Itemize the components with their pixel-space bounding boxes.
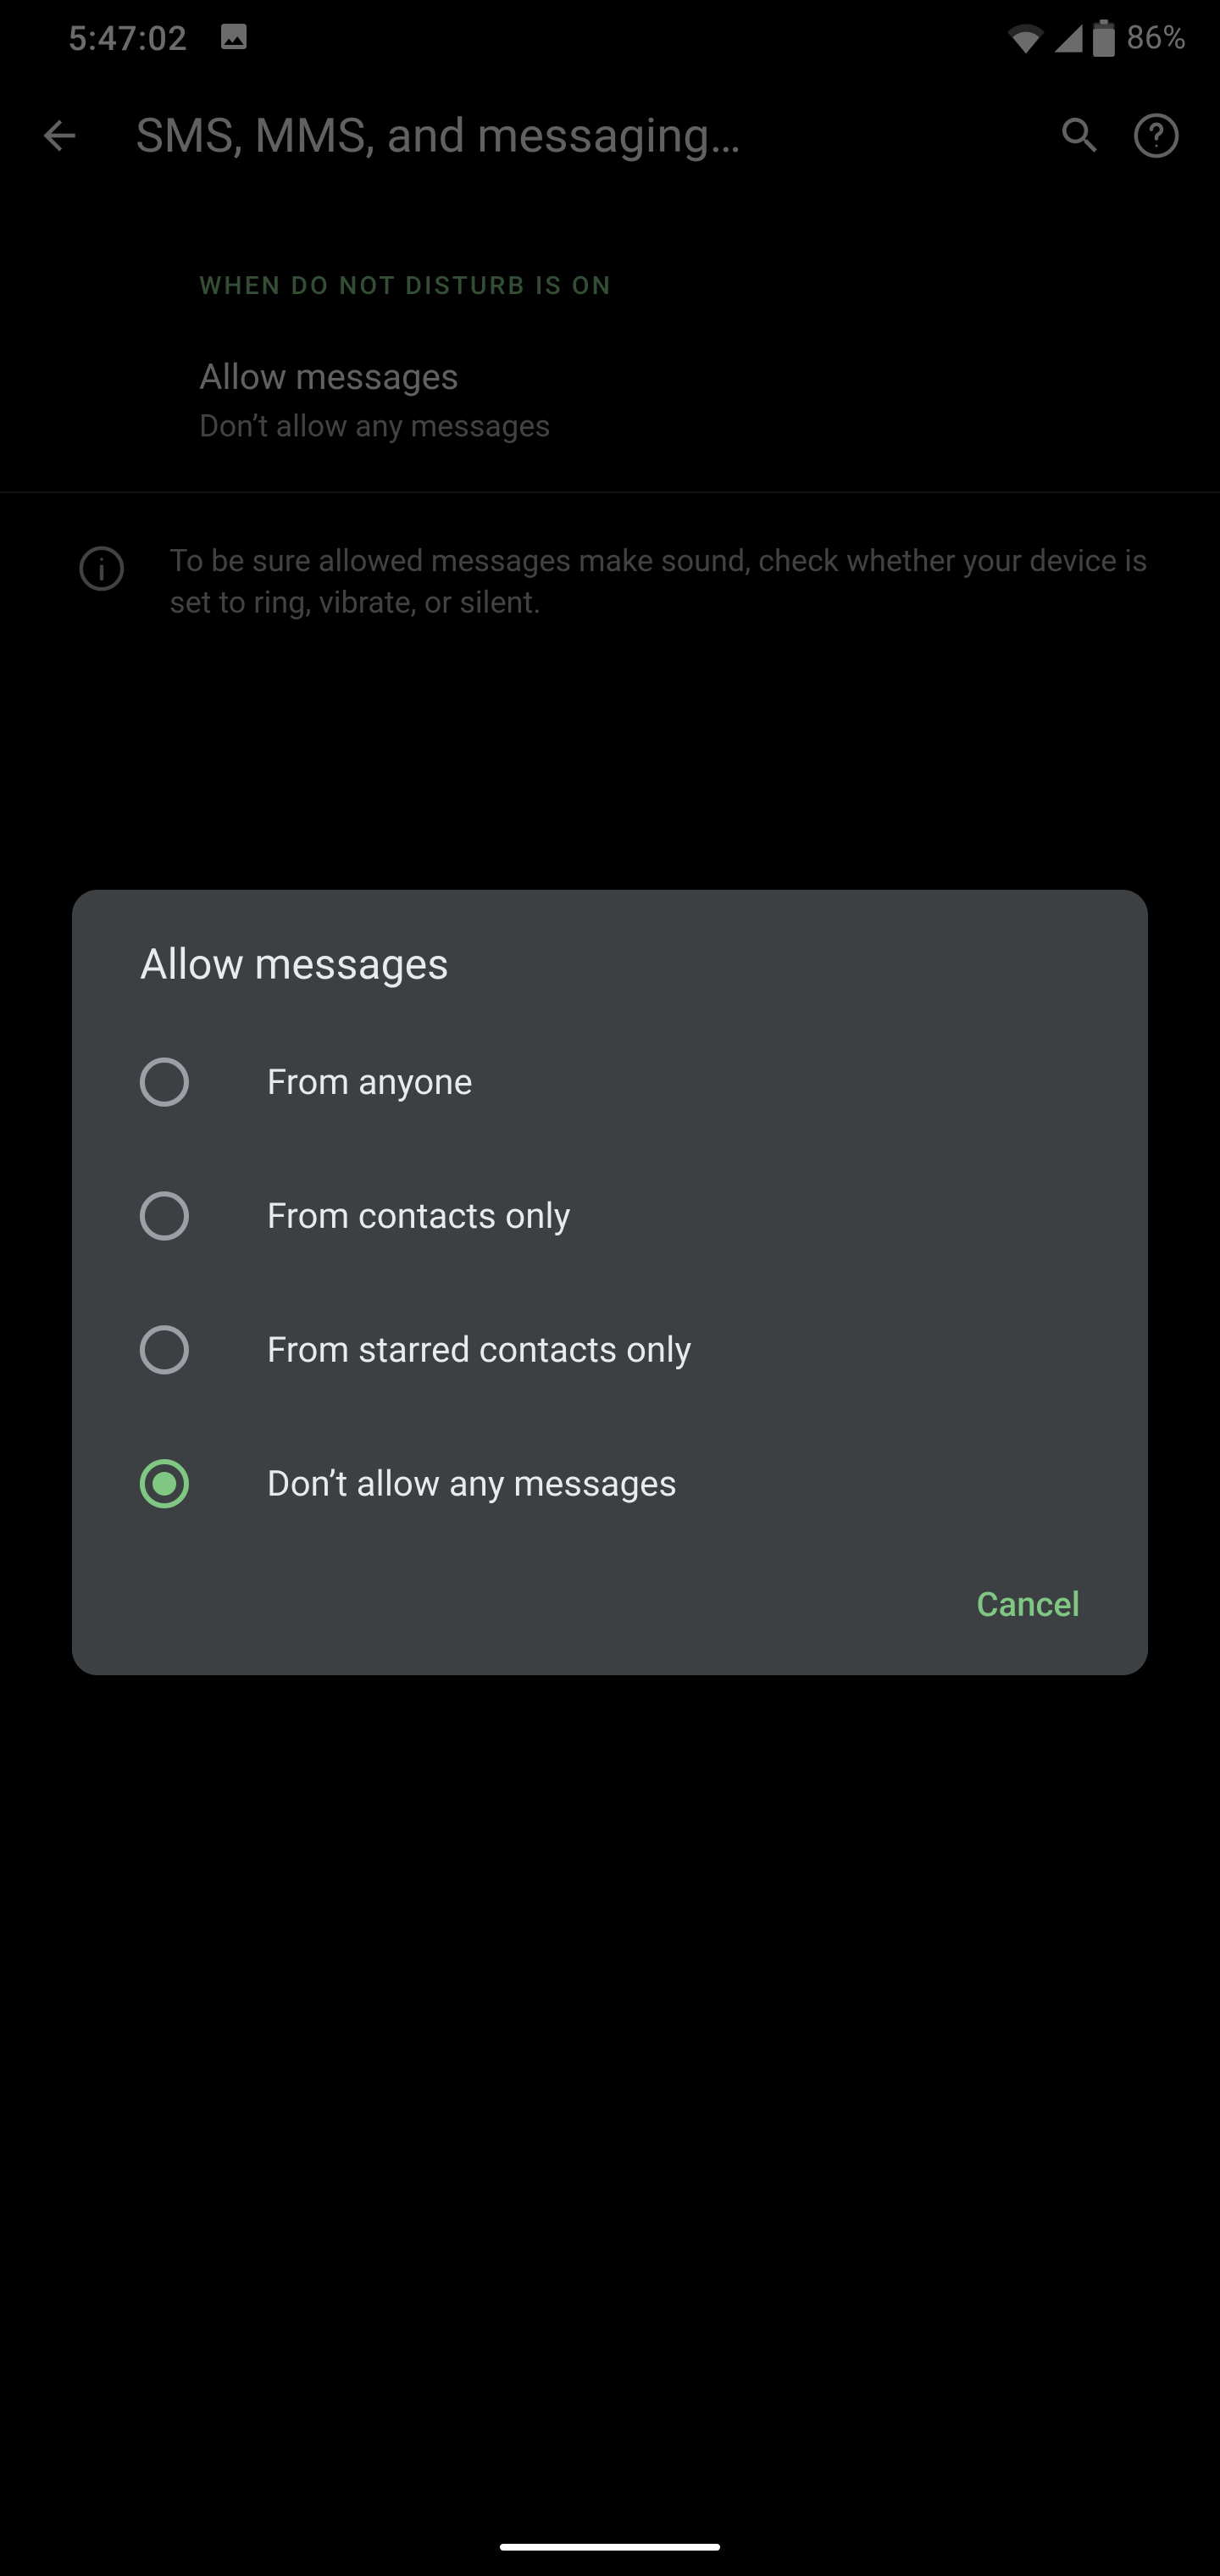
allow-messages-dialog: Allow messages From anyone From contacts… bbox=[72, 890, 1148, 1675]
option-label: Don’t allow any messages bbox=[267, 1463, 677, 1505]
radio-icon bbox=[140, 1459, 189, 1508]
option-label: From anyone bbox=[267, 1062, 473, 1103]
radio-icon bbox=[140, 1191, 189, 1241]
cancel-button[interactable]: Cancel bbox=[977, 1585, 1080, 1624]
dialog-title: Allow messages bbox=[72, 941, 1148, 1015]
option-from-contacts-only[interactable]: From contacts only bbox=[72, 1149, 1148, 1283]
option-from-starred-contacts-only[interactable]: From starred contacts only bbox=[72, 1283, 1148, 1417]
option-from-anyone[interactable]: From anyone bbox=[72, 1015, 1148, 1149]
navigation-handle[interactable] bbox=[500, 2544, 720, 2551]
radio-icon bbox=[140, 1325, 189, 1374]
option-label: From starred contacts only bbox=[267, 1330, 691, 1371]
dialog-actions: Cancel bbox=[72, 1551, 1148, 1650]
option-dont-allow-any-messages[interactable]: Don’t allow any messages bbox=[72, 1417, 1148, 1551]
radio-icon bbox=[140, 1058, 189, 1107]
option-label: From contacts only bbox=[267, 1196, 570, 1237]
